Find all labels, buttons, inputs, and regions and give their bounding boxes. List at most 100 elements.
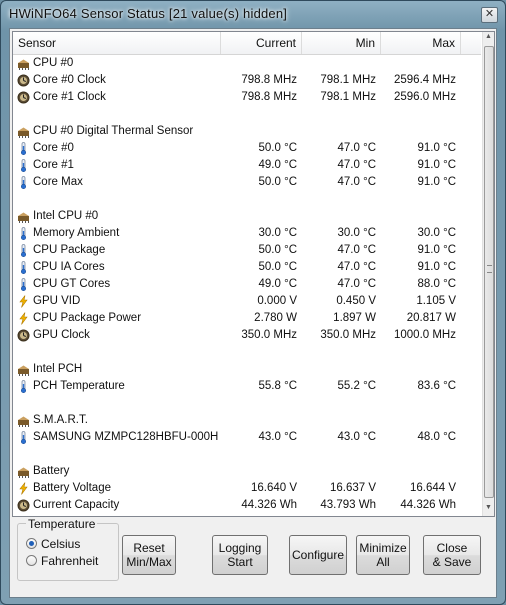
sensor-group-row[interactable]: CPU #0 Digital Thermal Sensor (13, 123, 481, 140)
max-value: 1000.0 MHz (393, 329, 456, 341)
thermometer-icon (17, 431, 30, 445)
min-value: 798.1 MHz (320, 74, 376, 86)
sensor-list[interactable]: Sensor Current Min Max CPU #0 Core #0 Clo… (12, 31, 495, 517)
current-value: 44.326 Wh (241, 499, 297, 511)
table-row[interactable]: GPU Clock 350.0 MHz 350.0 MHz 1000.0 MHz (13, 327, 481, 344)
min-value: 30.0 °C (337, 227, 376, 239)
radio-selected-icon (26, 538, 37, 549)
sensor-name: PCH Temperature (33, 380, 125, 392)
clock-icon (17, 74, 30, 87)
sensor-group-row[interactable]: Battery (13, 463, 481, 480)
current-value: 55.8 °C (258, 380, 297, 392)
cpu-chip-icon (17, 125, 30, 138)
sensor-status-window: HWiNFO64 Sensor Status [21 value(s) hidd… (0, 0, 506, 605)
table-row[interactable]: PCH Temperature 55.8 °C 55.2 °C 83.6 °C (13, 378, 481, 395)
sensor-name: Battery Voltage (33, 482, 111, 494)
cpu-chip-icon (17, 210, 30, 223)
table-row[interactable]: CPU Package 50.0 °C 47.0 °C 91.0 °C (13, 242, 481, 259)
sensor-name: Core #0 (33, 142, 74, 154)
table-row[interactable]: Current Capacity 44.326 Wh 43.793 Wh 44.326… (13, 497, 481, 514)
column-header-max[interactable]: Max (381, 32, 461, 54)
min-value: 47.0 °C (337, 278, 376, 290)
table-row[interactable]: Core Max 50.0 °C 47.0 °C 91.0 °C (13, 174, 481, 191)
spacer-row (13, 106, 481, 123)
current-value: 49.0 °C (258, 278, 297, 290)
max-value: 88.0 °C (417, 278, 456, 290)
max-value: 83.6 °C (417, 380, 456, 392)
table-row[interactable]: Core #1 49.0 °C 47.0 °C 91.0 °C (13, 157, 481, 174)
max-value: 91.0 °C (417, 176, 456, 188)
column-header-sensor[interactable]: Sensor (13, 32, 221, 54)
thermometer-icon (17, 159, 30, 173)
max-value: 91.0 °C (417, 244, 456, 256)
sensor-name: Core #0 Clock (33, 74, 106, 86)
table-row[interactable]: CPU IA Cores 50.0 °C 47.0 °C 91.0 °C (13, 259, 481, 276)
spacer-row (13, 344, 481, 361)
current-value: 2.780 W (254, 312, 297, 324)
min-value: 0.450 V (336, 295, 376, 307)
max-value: 20.817 W (406, 312, 456, 324)
table-row[interactable]: CPU Package Power 2.780 W 1.897 W 20.817 W (13, 310, 481, 327)
min-value: 16.637 V (329, 482, 376, 494)
close-and-save-button[interactable]: Close & Save (423, 535, 481, 575)
spacer-row (13, 446, 481, 463)
thermometer-icon (17, 261, 30, 275)
thermometer-icon (17, 380, 30, 394)
scroll-down-arrow-icon[interactable]: ▼ (485, 504, 492, 511)
sensor-name: Core Max (33, 176, 83, 188)
fahrenheit-radio[interactable]: Fahrenheit (26, 553, 116, 569)
clock-icon (17, 91, 30, 104)
scroll-up-arrow-icon[interactable]: ▲ (485, 33, 492, 40)
reset-min-max-button[interactable]: Reset Min/Max (122, 535, 176, 575)
table-row[interactable]: SAMSUNG MZMPC128HBFU-000H1 [... 43.0 °C 43… (13, 429, 481, 446)
sensor-name: CPU Package Power (33, 312, 142, 324)
table-row[interactable]: GPU VID 0.000 V 0.450 V 1.105 V (13, 293, 481, 310)
configure-button[interactable]: Configure (289, 535, 347, 575)
current-value: 30.0 °C (258, 227, 297, 239)
logging-start-button[interactable]: Logging Start (212, 535, 268, 575)
celsius-radio[interactable]: Celsius (26, 536, 116, 552)
max-value: 44.326 Wh (400, 499, 456, 511)
radio-unselected-icon (26, 555, 37, 566)
column-header: Sensor Current Min Max (13, 32, 481, 55)
current-value: 50.0 °C (258, 176, 297, 188)
thermometer-icon (17, 227, 30, 241)
scrollbar-grip-icon (487, 265, 492, 273)
sensor-name: Intel CPU #0 (33, 210, 99, 222)
column-header-current[interactable]: Current (221, 32, 302, 54)
table-row[interactable]: Core #1 Clock 798.8 MHz 798.1 MHz 2596.0 MH… (13, 89, 481, 106)
max-value: 2596.0 MHz (393, 91, 456, 103)
table-row[interactable]: Core #0 Clock 798.8 MHz 798.1 MHz 2596.4 MH… (13, 72, 481, 89)
cpu-chip-icon (17, 57, 30, 70)
sensor-group-row[interactable]: S.M.A.R.T. (13, 412, 481, 429)
column-header-min[interactable]: Min (302, 32, 381, 54)
sensor-name: Intel PCH (33, 363, 83, 375)
min-value: 47.0 °C (337, 159, 376, 171)
sensor-name: CPU IA Cores (33, 261, 105, 273)
min-value: 1.897 W (333, 312, 376, 324)
current-value: 43.0 °C (258, 431, 297, 443)
sensor-group-row[interactable]: Intel CPU #0 (13, 208, 481, 225)
vertical-scrollbar[interactable]: ▲ ▼ (482, 32, 494, 516)
title-bar[interactable]: HWiNFO64 Sensor Status [21 value(s) hidd… (1, 1, 505, 27)
thermometer-icon (17, 176, 30, 190)
table-row[interactable]: CPU GT Cores 49.0 °C 47.0 °C 88.0 °C (13, 276, 481, 293)
table-row[interactable]: Battery Voltage 16.640 V 16.637 V 16.644 V (13, 480, 481, 497)
table-row[interactable]: Core #0 50.0 °C 47.0 °C 91.0 °C (13, 140, 481, 157)
min-value: 47.0 °C (337, 244, 376, 256)
scrollbar-thumb[interactable] (484, 46, 494, 498)
spacer-row (13, 191, 481, 208)
max-value: 91.0 °C (417, 142, 456, 154)
table-row[interactable]: Memory Ambient 30.0 °C 30.0 °C 30.0 °C (13, 225, 481, 242)
temperature-legend: Temperature (26, 517, 98, 531)
min-value: 798.1 MHz (320, 91, 376, 103)
close-window-button[interactable]: ✕ (481, 7, 498, 23)
sensor-name: Current Capacity (33, 499, 120, 511)
fahrenheit-label: Fahrenheit (41, 554, 99, 568)
sensor-group-row[interactable]: Intel PCH (13, 361, 481, 378)
minimize-all-button[interactable]: Minimize All (356, 535, 410, 575)
max-value: 30.0 °C (417, 227, 456, 239)
lightning-icon (17, 482, 30, 495)
sensor-group-row[interactable]: CPU #0 (13, 55, 481, 72)
max-value: 2596.4 MHz (393, 74, 456, 86)
